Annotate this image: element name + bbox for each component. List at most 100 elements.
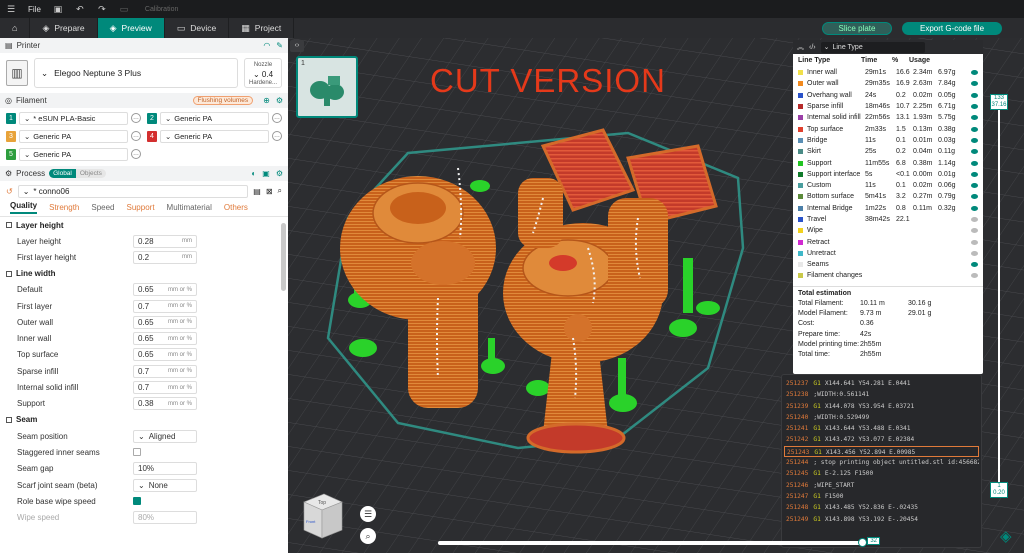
advanced-toggle-icon[interactable]: ◐ (251, 169, 256, 178)
global-objects-toggle[interactable]: Global Objects (49, 169, 106, 178)
legend-row[interactable]: Inner wall 29m1s 16.6 2.34m 6.97g (793, 67, 983, 78)
collapse-sidebar-icon[interactable]: ‹› (290, 40, 304, 52)
export-gcode-button[interactable]: Export G-code file (902, 22, 1002, 35)
more-icon[interactable]: … (272, 131, 282, 141)
visibility-eye-icon[interactable] (971, 171, 978, 177)
legend-row[interactable]: Travel 38m42s 22.1 (793, 214, 983, 225)
visibility-eye-icon[interactable] (971, 205, 978, 211)
move-slider-handle[interactable] (858, 538, 867, 547)
legend-row[interactable]: Retract (793, 236, 983, 247)
legend-row[interactable]: Seams (793, 259, 983, 270)
param-input[interactable]: 80% (133, 511, 197, 525)
param-input[interactable]: 0.7 mm or % (133, 364, 197, 378)
legend-row[interactable]: Overhang wall 24s 0.2 0.02m 0.05g (793, 90, 983, 101)
legend-row[interactable]: Sparse infill 18m46s 10.7 2.25m 6.71g (793, 101, 983, 112)
legend-row[interactable]: Internal Bridge 1m22s 0.8 0.11m 0.32g (793, 203, 983, 214)
menu-icon[interactable]: ☰ (0, 4, 22, 15)
gcode-line[interactable]: 251246 ;WIPE_START (784, 480, 979, 491)
legend-row[interactable]: Internal solid infill 22m56s 13.1 1.93m 5.75… (793, 112, 983, 123)
settings-icon[interactable]: ⚙ (276, 169, 283, 178)
visibility-eye-icon[interactable] (971, 262, 978, 268)
param-input[interactable]: 0.7 mm or % (133, 381, 197, 395)
layers-stack-icon[interactable]: ◈ (1000, 527, 1012, 545)
global-option[interactable]: Global (49, 169, 76, 178)
legend-row[interactable]: Custom 11s 0.1 0.02m 0.06g (793, 180, 983, 191)
params-scrollbar[interactable] (281, 223, 286, 291)
visibility-eye-icon[interactable] (971, 70, 978, 76)
home-button[interactable]: ⌂ (0, 18, 31, 38)
visibility-eye-icon[interactable] (971, 81, 978, 87)
visibility-eye-icon[interactable] (971, 137, 978, 143)
delete-icon[interactable]: ⊠ (266, 187, 273, 196)
view-cube[interactable]: Top Front (300, 490, 345, 545)
gcode-line[interactable]: 251244 ; stop printing object untitled.st… (784, 457, 979, 468)
param-input[interactable]: 0.65 mm or % (133, 283, 197, 297)
more-icon[interactable]: … (131, 149, 141, 159)
search-icon[interactable]: ⌕ (278, 186, 282, 196)
tab-project[interactable]: ▦ Project (229, 18, 295, 38)
legend-row[interactable]: Filament changes (793, 270, 983, 281)
filament-slot-2[interactable]: 2 ⌄ Generic PA… (147, 110, 282, 126)
nozzle-selector[interactable]: Nozzle ⌄ 0.4 Hardene... (244, 58, 282, 88)
visibility-eye-icon[interactable] (971, 228, 978, 234)
wifi-icon[interactable]: ◠ (263, 41, 270, 50)
tab-strength[interactable]: Strength (49, 203, 79, 212)
plate-thumbnail[interactable]: 1 (296, 56, 358, 118)
layer-slider-track[interactable] (998, 104, 1000, 484)
copy-icon[interactable]: ▣ (262, 169, 270, 178)
param-input[interactable]: 0.65 mm or % (133, 315, 197, 329)
undo-icon[interactable]: ↶ (69, 4, 91, 15)
flushing-volumes-button[interactable]: Flushing volumes (192, 96, 254, 105)
gcode-line[interactable]: 251239 G1 X144.078 Y53.954 E.03721 (784, 401, 979, 412)
tab-multimaterial[interactable]: Multimaterial (167, 203, 212, 212)
visibility-eye-icon[interactable] (971, 92, 978, 98)
file-menu[interactable]: File (22, 5, 47, 14)
redo-icon[interactable]: ↷ (91, 4, 113, 15)
printer-dropdown[interactable]: ⌄ Elegoo Neptune 3 Plus (34, 58, 238, 88)
legend-row[interactable]: Top surface 2m33s 1.5 0.13m 0.38g (793, 123, 983, 134)
visibility-eye-icon[interactable] (971, 194, 978, 200)
calibration-menu[interactable]: Calibration (145, 6, 178, 13)
preview-viewport[interactable]: ‹› 1 CUT VERSION ︽ ‹/› ⌄ Line Type Line T… (288, 38, 1024, 553)
add-icon[interactable]: ⊕ (263, 96, 270, 105)
tab-preview[interactable]: ◈ Preview (97, 18, 165, 38)
legend-row[interactable]: Bottom surface 5m41s 3.2 0.27m 0.79g (793, 191, 983, 202)
param-input[interactable]: 0.38 mm or % (133, 397, 197, 411)
visibility-eye-icon[interactable] (971, 104, 978, 110)
scarf-seam-dropdown[interactable]: ⌄ None (133, 478, 197, 492)
view-type-dropdown[interactable]: ⌄ Line Type (820, 41, 925, 53)
objects-option[interactable]: Objects (75, 169, 106, 178)
tab-device[interactable]: ▭ Device (165, 18, 230, 38)
gcode-viewer[interactable]: 251237 G1 X144.641 Y54.281 E.0441 251238 ;WI… (781, 374, 982, 548)
visibility-eye-icon[interactable] (971, 217, 978, 222)
gcode-line[interactable]: 251249 G1 X143.898 Y53.192 E-.20454 (784, 514, 979, 525)
filament-slot-3[interactable]: 3 ⌄ Generic PA… (6, 128, 141, 144)
gcode-line[interactable]: 251238 ;WIDTH:0.561141 (784, 389, 979, 400)
legend-row[interactable]: Skirt 25s 0.2 0.04m 0.11g (793, 146, 983, 157)
legend-row[interactable]: Wipe (793, 225, 983, 236)
visibility-eye-icon[interactable] (971, 250, 978, 256)
filament-slot-1[interactable]: 1 ⌄ * eSUN PLA-Basic… (6, 110, 141, 126)
code-icon[interactable]: ‹/› (809, 44, 816, 51)
process-preset-dropdown[interactable]: ⌄ * conno06 (17, 184, 249, 198)
visibility-eye-icon[interactable] (971, 115, 978, 121)
param-input[interactable]: 0.65 mm or % (133, 332, 197, 346)
layer-slider-bottom-handle[interactable]: 1 0.20 (990, 482, 1008, 498)
param-input[interactable]: 0.7 mm or % (133, 299, 197, 313)
tab-support[interactable]: Support (127, 203, 155, 212)
gcode-line[interactable]: 251247 G1 F1500 (784, 491, 979, 502)
gcode-line[interactable]: 251241 G1 X143.644 Y53.488 E.0341 (784, 423, 979, 434)
edit-icon[interactable]: ✎ (276, 41, 283, 50)
filament-slot-5[interactable]: 5 ⌄ Generic PA… (6, 146, 141, 162)
layer-slider-top-handle[interactable]: 133 37.16 (990, 94, 1008, 110)
legend-row[interactable]: Unretract (793, 248, 983, 259)
move-slider[interactable]: 32 (438, 537, 880, 547)
gcode-line[interactable]: 251242 G1 X143.472 Y53.077 E.02384 (784, 434, 979, 445)
role-wipe-speed-checkbox[interactable] (133, 497, 141, 506)
gcode-line[interactable]: 251237 G1 X144.641 Y54.281 E.0441 (784, 378, 979, 389)
legend-row[interactable]: Outer wall 29m35s 16.9 2.63m 7.84g (793, 78, 983, 89)
legend-row[interactable]: Support 11m55s 6.8 0.38m 1.14g (793, 157, 983, 168)
zoom-button[interactable]: ⌕ (360, 528, 376, 544)
visibility-eye-icon[interactable] (971, 239, 978, 245)
visibility-eye-icon[interactable] (971, 273, 978, 279)
